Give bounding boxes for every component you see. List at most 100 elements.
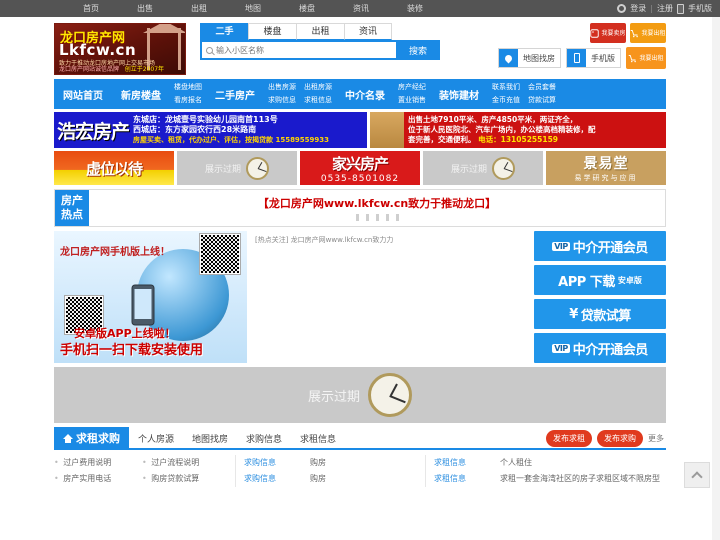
rent-out-small-label: 我要出租 <box>641 29 666 37</box>
top-nav-item-news[interactable]: 资讯 <box>334 0 388 17</box>
hotspot-dot-3[interactable] <box>375 214 379 221</box>
tab-rent-requests[interactable]: 求租信息 <box>291 432 345 445</box>
nav-buy-requests[interactable]: 求购信息 <box>268 94 296 107</box>
search-tab-secondhand[interactable]: 二手 <box>200 23 248 40</box>
right-text-1[interactable]: 个人租住 <box>500 455 532 471</box>
hotspot-dot-5[interactable] <box>395 214 399 221</box>
bottom-actions: 发布求租 发布求购 更多 <box>546 429 666 447</box>
nav-for-sale-listings[interactable]: 出售房源 <box>268 81 296 94</box>
app-banner-line3: 手机扫一扫下载安装使用 <box>60 343 204 358</box>
hotspot-dot-2[interactable] <box>365 214 369 221</box>
ad-jiaxing-phone: 0535-8501082 <box>320 173 400 184</box>
ad-expired-wide[interactable]: 展示过期 <box>54 367 666 423</box>
tab-buy-requests[interactable]: 求购信息 <box>237 432 291 445</box>
nav-decoration[interactable]: 装饰建材 <box>430 87 488 102</box>
nav-second-hand[interactable]: 二手房产 <box>206 87 264 102</box>
mid-tag-2[interactable]: 求购信息 <box>244 471 296 487</box>
search-tab-newproperty[interactable]: 楼盘 <box>248 23 296 40</box>
nav-rent-requests[interactable]: 求租信息 <box>304 94 332 107</box>
hotspot-headline[interactable]: 【龙口房产网www.lkfcw.cn致力于推动龙口】 <box>258 195 496 211</box>
hotspot-note[interactable]: [热点关注] 龙口房产网www.lkfcw.cn致力力 <box>251 231 530 245</box>
mid-text-2[interactable]: 购房 <box>310 471 326 487</box>
ad-land-for-sale[interactable]: 出售土地7910平米、房产4850平米，两证齐全， 位于新人民医院北、汽车广场内… <box>370 112 666 148</box>
search-button[interactable]: 搜索 <box>396 40 440 60</box>
qr-code-mobile-site[interactable] <box>199 233 241 275</box>
nav-for-rent-listings[interactable]: 出租房源 <box>304 81 332 94</box>
nav-property-map[interactable]: 楼盘地图 <box>174 81 202 94</box>
login-link[interactable]: 登录 <box>630 3 646 14</box>
ad-haohong-line2: 西城店：东方家园农行西28米路南 <box>133 125 257 134</box>
nav-property-sales[interactable]: 置业销售 <box>398 94 426 107</box>
right-text-2[interactable]: 求租一套金海湾社区的房子求租区域不限房型 <box>500 471 660 487</box>
rent-out-button-small[interactable]: 我要出租 <box>630 23 666 43</box>
vip-agency-member-button-2[interactable]: VIP 中介开通会员 <box>534 333 666 363</box>
right-scroll-strip[interactable] <box>712 17 720 540</box>
left-link-2b[interactable]: 购房贷款试算 <box>151 474 199 483</box>
nav-coin-recharge[interactable]: 金币充值 <box>492 94 520 107</box>
app-download-banner[interactable]: 龙口房产网手机版上线！ 安卓版APP上线啦！ 手机扫一扫下载安装使用 <box>54 231 247 363</box>
search-tab-rent[interactable]: 出租 <box>296 23 344 40</box>
ad-jingyitang[interactable]: 景易堂 易学研究与应用 <box>546 151 666 185</box>
hotspot-dot-1[interactable] <box>355 214 359 221</box>
bullet-icon: • <box>142 474 147 483</box>
tab-rent-buy-requests[interactable]: 求租求购 <box>54 427 129 449</box>
ad-expired-slot-2[interactable]: 展示过期 <box>423 151 543 185</box>
search-input[interactable] <box>216 45 396 55</box>
nav-new-houses[interactable]: 新房楼盘 <box>112 87 170 102</box>
more-link[interactable]: 更多 <box>648 433 664 444</box>
ad-haohong-realestate[interactable]: 浩宏房产 东城店：龙城壹号实验幼儿园南首113号 西城店：东方家园农行西28米路… <box>54 112 367 148</box>
nav-member-package[interactable]: 会员套餐 <box>528 81 556 94</box>
mid-tag-1[interactable]: 求购信息 <box>244 455 296 471</box>
map-pin-icon-wrap <box>499 49 518 67</box>
rent-out-button-large[interactable]: 我要出租 <box>626 47 666 69</box>
mid-text-1[interactable]: 购房 <box>310 455 326 471</box>
nav-contact-us[interactable]: 联系我们 <box>492 81 520 94</box>
ad-jiaxing-realestate[interactable]: 家兴房产 0535-8501082 <box>300 151 420 185</box>
app-banner-title: 龙口房产网手机版上线！ <box>60 247 170 258</box>
sell-house-label: 我要卖房 <box>601 29 626 37</box>
top-nav-item-sale[interactable]: 出售 <box>118 0 172 17</box>
mobile-version-link[interactable]: 手机版 <box>688 3 712 14</box>
hotspot-dot-4[interactable] <box>385 214 389 221</box>
ad-haohong-lines: 东城店：龙城壹号实验幼儿园南首113号 西城店：东方家园农行西28米路南 房屋买… <box>133 115 329 145</box>
top-nav-item-properties[interactable]: 楼盘 <box>280 0 334 17</box>
nav-home[interactable]: 网站首页 <box>54 87 112 102</box>
site-logo[interactable]: 龙口房产网 Lkfcw.cn 致力于推动龙口房地产网上交易市场 龙口房产网站诚信… <box>54 23 186 75</box>
nav-viewing-signup[interactable]: 看房报名 <box>174 94 202 107</box>
ad-expired-slot-1[interactable]: 展示过期 <box>177 151 297 185</box>
loan-calculator-button[interactable]: ¥ 贷款试算 <box>534 299 666 329</box>
content-wrapper: 龙口房产网 Lkfcw.cn 致力于推动龙口房地产网上交易市场 龙口房产网站诚信… <box>54 17 666 487</box>
app-download-button[interactable]: APP 下载 安卓版 <box>534 265 666 295</box>
nav-loan-calculator[interactable]: 贷款试算 <box>528 94 556 107</box>
ad-land-text: 出售土地7910平米、房产4850平米，两证齐全， 位于新人民医院北、汽车广场内… <box>404 115 596 145</box>
quick-post-buttons: 我要卖房 我要出租 <box>590 23 666 43</box>
post-buy-request-button[interactable]: 发布求购 <box>597 429 643 447</box>
search-tab-news[interactable]: 资讯 <box>344 23 392 40</box>
register-link[interactable]: 注册 <box>657 3 673 14</box>
left-link-2a[interactable]: 房产实用电话 <box>63 474 111 483</box>
search-icon <box>206 46 213 54</box>
back-to-top-button[interactable] <box>684 462 710 488</box>
tab-personal-listings[interactable]: 个人房源 <box>129 432 183 445</box>
list-item: 求租信息 求租一套金海湾社区的房子求租区域不限房型 <box>434 471 660 487</box>
ad-slot-available[interactable]: 虚位以待 <box>54 151 174 185</box>
left-link-1b[interactable]: 过户流程说明 <box>151 458 199 467</box>
page-body: 龙口房产网 Lkfcw.cn 致力于推动龙口房地产网上交易市场 龙口房产网站诚信… <box>0 17 720 487</box>
map-search-button[interactable]: 地图找房 <box>498 48 561 68</box>
top-nav-item-map[interactable]: 地图 <box>226 0 280 17</box>
top-nav-item-rent[interactable]: 出租 <box>172 0 226 17</box>
mobile-version-button[interactable]: 手机版 <box>566 48 621 68</box>
top-nav-item-home[interactable]: 首页 <box>64 0 118 17</box>
vip-agency-member-button-1[interactable]: VIP 中介开通会员 <box>534 231 666 261</box>
left-link-1a[interactable]: 过户费用说明 <box>63 458 111 467</box>
sell-house-button[interactable]: 我要卖房 <box>590 23 626 43</box>
right-tag-1[interactable]: 求租信息 <box>434 455 486 471</box>
nav-agency-directory[interactable]: 中介名录 <box>336 87 394 102</box>
tab-map-search[interactable]: 地图找房 <box>183 432 237 445</box>
top-nav-item-decoration[interactable]: 装修 <box>388 0 442 17</box>
nav-property-agents[interactable]: 房产经纪 <box>398 81 426 94</box>
post-rent-request-button[interactable]: 发布求租 <box>546 429 592 447</box>
search-area: 二手 楼盘 出租 资讯 搜索 <box>200 23 440 60</box>
search-box[interactable] <box>200 40 396 60</box>
right-tag-2[interactable]: 求租信息 <box>434 471 486 487</box>
